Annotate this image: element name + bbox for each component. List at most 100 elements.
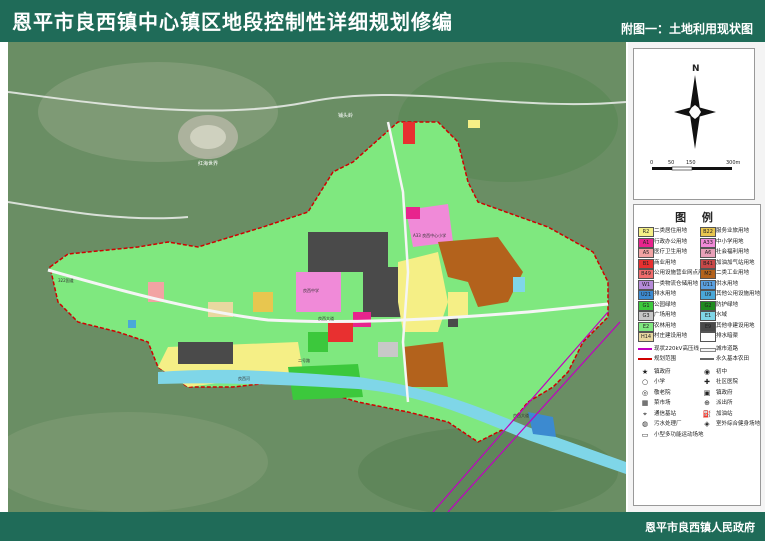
legend-label: 排水用地 xyxy=(654,291,677,297)
legend-label: 小型多功能运动场地 xyxy=(654,431,704,438)
legend-item: B1 商业用地 xyxy=(636,258,699,269)
legend-swatch: H14 xyxy=(638,332,654,342)
legend-label: 二类居住用地 xyxy=(654,228,688,234)
residential-parcel xyxy=(448,292,468,317)
elderly-home-icon: ◎ xyxy=(641,388,649,397)
legend-label: 通信基站 xyxy=(654,410,677,417)
legend-symbol-item: ⛽ 加油站 xyxy=(698,410,761,419)
legend-label: 水域 xyxy=(716,312,728,318)
legend-item: E9 其他非建设用地 xyxy=(698,321,761,332)
legend-item: R2 二类居住用地 xyxy=(636,227,699,237)
legend-label: 社区医院 xyxy=(716,379,739,385)
legend-label: 中小学用地 xyxy=(716,238,744,245)
sewage-plant-icon: ◍ xyxy=(641,420,649,428)
header-bar: 恩平市良西镇中心镇区地段控制性详细规划修编 附图一：土地利用现状图 xyxy=(0,0,765,42)
map-canvas[interactable]: 红海世界 铺头岭 A33 良西中心小学 良西中学 良西河 322国道 良西大道 … xyxy=(8,42,626,512)
legend-symbol-item: ⊕ 派出所 xyxy=(698,399,761,408)
legend-symbol-item: ◉ 初中 xyxy=(698,368,761,377)
other-nonbuild-parcel xyxy=(178,342,233,364)
legend-symbol-item: ★ 镇政府 xyxy=(636,368,699,377)
legend-label: 规划范围 xyxy=(654,356,677,362)
legend-label: 现状220kV高压线 xyxy=(654,345,699,352)
plaza-parcel xyxy=(378,342,398,357)
legend-item: B22 服务业旅用地 xyxy=(698,227,761,237)
legend-swatch xyxy=(700,332,716,342)
legend-swatch: U21 xyxy=(638,290,654,300)
legend-item: B49 公用设施营业网点用地 xyxy=(636,269,709,279)
legend-label: 加油加气站用地 xyxy=(716,259,755,266)
legend-item: G1 公园绿地 xyxy=(636,300,699,311)
legend-label: 行政办公用地 xyxy=(654,238,688,245)
legend-swatch: B41 xyxy=(700,258,716,269)
legend-line-item: 现状220kV高压线 xyxy=(636,345,699,354)
sports-field-icon: ▭ xyxy=(641,430,649,439)
primary-school-icon: ○ xyxy=(641,378,649,386)
legend-label: 菜市场 xyxy=(654,400,671,406)
legend-label: 农林用地 xyxy=(654,322,677,329)
legend-swatch: M2 xyxy=(700,269,716,279)
terrain-patch xyxy=(38,62,278,162)
map-title: 恩平市良西镇中心镇区地段控制性详细规划修编 xyxy=(12,10,453,34)
legend-line-swatch xyxy=(700,358,714,360)
legend-swatch: E9 xyxy=(700,321,716,332)
legend-label: 室外综合健身场地 xyxy=(716,421,761,427)
legend-swatch: A5 xyxy=(638,248,654,258)
road-west-label: 322国道 xyxy=(58,277,74,283)
legend-symbol-item: ▭ 小型多功能运动场地 xyxy=(636,430,704,440)
legend-line-swatch xyxy=(638,358,652,360)
utility-parcel xyxy=(128,320,136,328)
school-primary-label: A33 良西中心小学 xyxy=(413,232,446,238)
legend-swatch: B22 xyxy=(700,227,716,237)
legend-item: A6 社会福利用地 xyxy=(698,248,761,258)
legend-swatch: A6 xyxy=(700,248,716,258)
legend-item: G3 广场用地 xyxy=(636,311,699,321)
legend-item: E1 水域 xyxy=(698,311,761,321)
legend-item: U11 供水用地 xyxy=(698,279,761,290)
legend-label: 镇政府 xyxy=(716,389,733,396)
legend-line-item: 规划范围 xyxy=(636,355,699,364)
legend-label: 商业用地 xyxy=(654,259,677,266)
legend-label: 小学 xyxy=(654,379,666,385)
legend-item: 排水暗渠 xyxy=(698,332,761,342)
legend-label: 服务业旅用地 xyxy=(716,228,750,234)
legend-swatch: R2 xyxy=(638,227,654,237)
legend-line-item: 永久基本农田 xyxy=(698,355,761,364)
legend-symbol-item: ✚ 社区医院 xyxy=(698,378,761,387)
legend-swatch: G1 xyxy=(638,300,654,311)
legend-line-swatch xyxy=(700,347,716,352)
legend-label: 派出所 xyxy=(716,400,733,406)
legend-line-swatch xyxy=(638,347,652,350)
legend-label: 污水处理厂 xyxy=(654,421,682,427)
legend-swatch: G2 xyxy=(700,300,716,311)
scale-label: 150 xyxy=(686,160,696,166)
commercial-parcel xyxy=(403,122,415,144)
water-parcel xyxy=(513,277,525,292)
legend-label: 村庄建设用地 xyxy=(654,333,688,339)
legend-label: 敬老院 xyxy=(654,389,671,396)
legend-swatch: B49 xyxy=(638,269,654,279)
legend-swatch: G3 xyxy=(638,311,654,321)
legend-label: 医疗卫生用地 xyxy=(654,249,688,255)
legend-label: 一类物流仓储用地 xyxy=(654,280,699,287)
legend-item: U21 排水用地 xyxy=(636,290,699,300)
police-icon: ⊕ xyxy=(704,399,710,407)
legend-label: 镇政府 xyxy=(654,368,671,375)
scale-label: 50 xyxy=(668,160,674,166)
scale-bar-segment xyxy=(692,167,732,170)
legend-item: B41 加油加气站用地 xyxy=(698,258,761,269)
legend-swatch: A33 xyxy=(700,237,716,248)
park-parcel xyxy=(308,332,328,352)
legend-item: A5 医疗卫生用地 xyxy=(636,248,699,258)
legend-symbol-item: ⌖ 通信基站 xyxy=(636,410,699,419)
south-arrow-icon xyxy=(690,115,700,149)
legend-label: 供水用地 xyxy=(716,280,739,287)
other-nonbuild-parcel xyxy=(308,232,388,272)
legend-item: W1 一类物流仓储用地 xyxy=(636,279,699,290)
legend-swatch: E2 xyxy=(638,321,654,332)
compass-box: N 0 50 150 300m xyxy=(633,48,755,200)
other-nonbuild-parcel xyxy=(363,267,403,317)
gas-station-icon: ⛽ xyxy=(702,409,712,418)
issuer-label: 恩平市良西镇人民政府 xyxy=(645,521,755,534)
school-label: 良西中学 xyxy=(303,287,319,293)
tower-icon: ⌖ xyxy=(643,409,647,418)
